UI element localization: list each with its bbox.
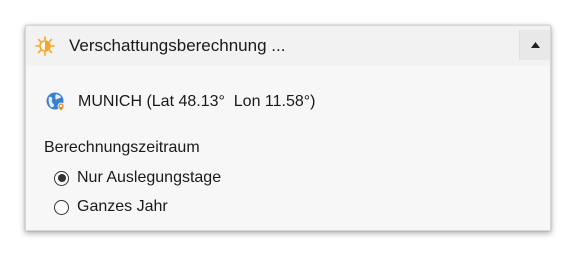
panel-title: Verschattungsberechnung ... [69,36,286,55]
calculation-period-label: Berechnungszeitraum [44,139,200,156]
shading-calculation-panel: Verschattungsberechnung ... MUNICH (Lat … [25,25,551,231]
radio-button[interactable] [54,199,69,215]
sun-icon [35,36,55,56]
location-text: MUNICH (Lat 48.13° Lon 11.58°) [78,93,316,110]
radio-label-whole-year: Ganzes Jahr [77,198,168,215]
radio-selected-dot [57,174,66,182]
radio-button[interactable] [54,170,69,186]
globe-location-icon [46,92,65,113]
collapse-button[interactable] [519,30,550,60]
panel-header[interactable]: Verschattungsberechnung ... [26,26,550,66]
chevron-up-icon [530,42,540,48]
radio-whole-year[interactable]: Ganzes Jahr [54,196,168,218]
location-row: MUNICH (Lat 48.13° Lon 11.58°) [45,91,316,113]
radio-design-days[interactable]: Nur Auslegungstage [54,167,221,189]
radio-label-design-days: Nur Auslegungstage [77,169,222,186]
